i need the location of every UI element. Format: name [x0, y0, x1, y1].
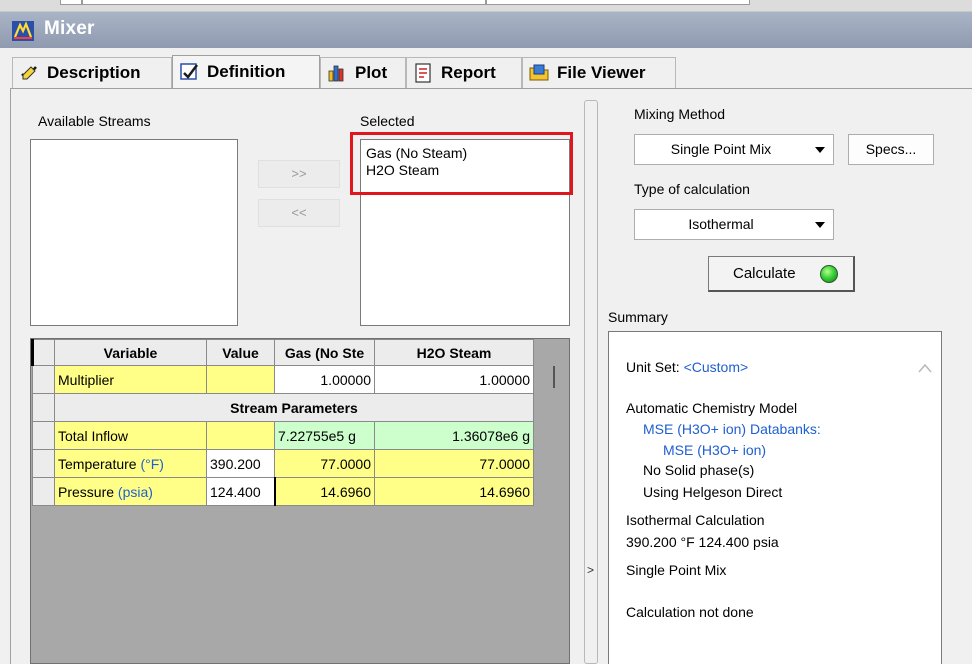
scroll-up-icon[interactable]	[917, 362, 933, 374]
summary-model: Automatic Chemistry Model	[626, 400, 798, 416]
grid-corner	[31, 339, 55, 366]
table-row: Total Inflow 7.22755e5 g 1.36078e6 g	[32, 421, 534, 450]
summary-helgeson: Using Helgeson Direct	[643, 484, 783, 500]
summary-databanks[interactable]: MSE (H3O+ ion) Databanks:	[643, 421, 821, 437]
pressure-h2o-cell[interactable]: 14.6960	[374, 477, 534, 506]
specs-button[interactable]: Specs...	[848, 134, 934, 165]
grid-header-h2o: H2O Steam	[374, 339, 534, 366]
tab-label: Plot	[355, 63, 388, 82]
window-titlebar: Mixer	[0, 12, 972, 48]
row-header[interactable]	[32, 365, 55, 394]
total-inflow-value-cell[interactable]	[206, 421, 275, 450]
pressure-gas-cell[interactable]: 14.6960	[274, 477, 375, 506]
top-strip-segment	[60, 0, 82, 5]
top-strip-segment	[486, 0, 750, 5]
tab-label: Definition	[207, 62, 286, 81]
tab-description[interactable]: Description	[12, 57, 172, 88]
table-row: Temperature (°F) 390.200 77.0000 77.0000	[32, 449, 534, 478]
grid-header-variable: Variable	[54, 339, 207, 366]
grid-header-gas: Gas (No Ste	[274, 339, 375, 366]
chevron-right-icon[interactable]: >	[587, 563, 594, 577]
total-inflow-h2o-cell[interactable]: 1.36078e6 g	[374, 421, 534, 450]
multiplier-value-cell[interactable]	[206, 365, 275, 394]
remove-stream-button[interactable]: <<	[258, 199, 340, 227]
unit-set-label: Unit Set:	[626, 359, 680, 375]
window-title: Mixer	[44, 18, 95, 39]
add-stream-button[interactable]: >>	[258, 160, 340, 188]
summary-solid: No Solid phase(s)	[643, 462, 755, 478]
table-row: Multiplier 1.00000 1.00000	[32, 365, 534, 394]
tab-label: Description	[47, 63, 141, 82]
tab-definition[interactable]: Definition	[172, 55, 320, 88]
multiplier-h2o-cell[interactable]: 1.00000	[374, 365, 534, 394]
available-streams-list[interactable]	[30, 139, 238, 326]
tab-file-viewer[interactable]: File Viewer	[522, 57, 676, 88]
mixing-method-label: Mixing Method	[634, 106, 726, 122]
pressure-label-text: Pressure	[58, 483, 115, 500]
definition-icon	[180, 63, 198, 80]
unit-set-value[interactable]: <Custom>	[684, 359, 749, 375]
row-header[interactable]	[32, 393, 55, 422]
status-light-icon	[820, 265, 838, 283]
row-header[interactable]	[32, 449, 55, 478]
panel-splitter[interactable]: >	[584, 100, 598, 664]
selected-streams-label: Selected	[360, 113, 415, 129]
chevron-down-icon	[815, 147, 825, 153]
tab-label: Report	[441, 63, 496, 82]
available-streams-label: Available Streams	[38, 113, 151, 129]
tab-label: File Viewer	[557, 63, 646, 82]
grid-header-value: Value	[206, 339, 275, 366]
summary-calc-line1: Isothermal Calculation	[626, 512, 765, 528]
summary-status: Calculation not done	[626, 604, 754, 620]
temperature-label-text: Temperature	[58, 455, 137, 472]
tab-bar: Description Definition Plot Report File …	[0, 55, 972, 88]
temperature-h2o-cell[interactable]: 77.0000	[374, 449, 534, 478]
summary-mix-line: Single Point Mix	[626, 562, 727, 578]
calculate-button[interactable]: Calculate	[708, 256, 855, 292]
mixing-method-select[interactable]: Single Point Mix	[634, 134, 834, 165]
temperature-value-cell[interactable]: 390.200	[206, 449, 275, 478]
calculate-label: Calculate	[733, 265, 796, 282]
file-viewer-icon	[529, 64, 549, 81]
report-icon	[415, 63, 431, 83]
summary-calc-line2: 390.200 °F 124.400 psia	[626, 534, 779, 550]
selection-highlight-box	[350, 132, 573, 195]
top-strip-segment	[82, 0, 486, 5]
temperature-unit: (°F)	[140, 455, 164, 472]
calc-type-select[interactable]: Isothermal	[634, 209, 834, 240]
calc-type-label: Type of calculation	[634, 181, 750, 197]
summary-databank-value[interactable]: MSE (H3O+ ion)	[663, 442, 766, 458]
mixer-app-icon	[12, 21, 34, 41]
bar-chart-icon	[328, 65, 344, 82]
section-header: Stream Parameters	[54, 393, 534, 422]
pressure-unit: (psia)	[117, 483, 153, 500]
tab-plot[interactable]: Plot	[320, 57, 406, 88]
pencil-check-icon	[21, 66, 37, 80]
grid-scroll-cursor	[553, 366, 555, 388]
total-inflow-gas-cell[interactable]: 7.22755e5 g	[274, 421, 375, 450]
table-row: Stream Parameters	[32, 393, 534, 422]
pressure-label: Pressure (psia)	[54, 477, 207, 506]
summary-unit-set: Unit Set: <Custom>	[626, 359, 748, 375]
summary-label: Summary	[608, 309, 668, 325]
tab-report[interactable]: Report	[406, 57, 522, 88]
summary-panel: Unit Set: <Custom> Automatic Chemistry M…	[608, 331, 942, 664]
total-inflow-label: Total Inflow	[54, 421, 207, 450]
row-header[interactable]	[32, 421, 55, 450]
calc-type-value: Isothermal	[688, 216, 754, 232]
temperature-gas-cell[interactable]: 77.0000	[274, 449, 375, 478]
chevron-down-icon	[815, 222, 825, 228]
top-strip	[0, 0, 972, 12]
multiplier-label: Multiplier	[54, 365, 207, 394]
multiplier-gas-cell[interactable]: 1.00000	[274, 365, 375, 394]
temperature-label: Temperature (°F)	[54, 449, 207, 478]
mixing-method-value: Single Point Mix	[670, 141, 772, 157]
stream-parameters-grid[interactable]: Variable Value Gas (No Ste H2O Steam Mul…	[30, 338, 570, 664]
row-header[interactable]	[32, 477, 55, 506]
pressure-value-cell[interactable]: 124.400	[206, 477, 276, 506]
table-row: Pressure (psia) 124.400 14.6960 14.6960	[32, 477, 534, 506]
